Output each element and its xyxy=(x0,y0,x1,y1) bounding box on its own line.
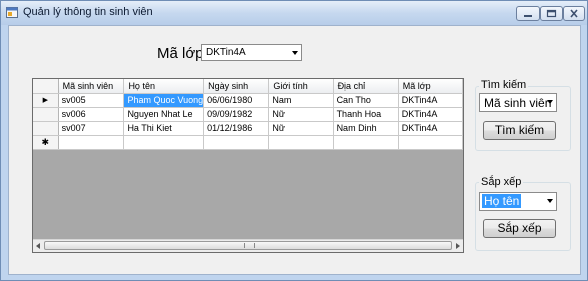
scroll-right-icon[interactable] xyxy=(456,243,460,249)
table-cell[interactable]: Nguyen Nhat Le xyxy=(123,107,205,122)
current-row-indicator[interactable]: ▶ xyxy=(33,93,59,108)
class-code-label: Mã lớp xyxy=(157,45,204,62)
scroll-left-icon[interactable] xyxy=(36,243,40,249)
table-cell-selected[interactable]: Pham Quoc Vuong xyxy=(123,93,205,108)
row-header[interactable] xyxy=(33,121,59,136)
app-icon xyxy=(6,7,18,18)
table-cell[interactable]: Nam Dinh xyxy=(333,121,399,136)
close-button[interactable] xyxy=(563,6,585,21)
sort-button[interactable]: Sắp xếp xyxy=(483,219,556,238)
column-header-birthdate[interactable]: Ngày sinh xyxy=(203,79,270,94)
table-cell[interactable] xyxy=(123,135,205,150)
window-title: Quản lý thông tin sinh viên xyxy=(23,6,153,18)
minimize-button[interactable] xyxy=(516,6,540,21)
table-cell[interactable]: DKTin4A xyxy=(398,107,463,122)
new-row[interactable]: ✱ xyxy=(33,135,463,150)
row-header[interactable] xyxy=(33,107,59,122)
sort-group-title: Sắp xếp xyxy=(479,176,524,188)
table-cell[interactable]: DKTin4A xyxy=(398,121,463,136)
close-icon xyxy=(570,9,578,18)
table-cell[interactable]: 09/09/1982 xyxy=(203,107,270,122)
table-cell[interactable]: Nữ xyxy=(268,121,334,136)
table-cell[interactable]: sv006 xyxy=(58,107,125,122)
table-cell[interactable]: Can Tho xyxy=(333,93,399,108)
search-field-value: Mã sinh viên xyxy=(484,96,552,110)
column-header-class[interactable]: Mã lớp xyxy=(398,79,463,94)
student-grid[interactable]: Mã sinh viên Họ tên Ngày sinh Giới tính … xyxy=(32,78,464,253)
table-cell[interactable]: Nam xyxy=(268,93,334,108)
sort-field-dropdown[interactable]: Họ tên xyxy=(479,192,557,211)
search-field-dropdown[interactable]: Mã sinh viên xyxy=(479,93,557,112)
search-button[interactable]: Tìm kiếm xyxy=(483,121,556,140)
grid-header-row: Mã sinh viên Họ tên Ngày sinh Giới tính … xyxy=(33,79,463,94)
table-cell[interactable]: Ha Thi Kiet xyxy=(123,121,205,136)
table-cell[interactable]: sv007 xyxy=(58,121,125,136)
sort-field-value: Họ tên xyxy=(482,194,522,208)
main-window: Quản lý thông tin sinh viên Mã lớp DKTin… xyxy=(0,0,588,281)
table-cell[interactable]: 06/06/1980 xyxy=(203,93,270,108)
table-row[interactable]: sv006 Nguyen Nhat Le 09/09/1982 Nữ Thanh… xyxy=(33,107,463,122)
table-cell[interactable]: Thanh Hoa xyxy=(333,107,399,122)
class-code-value: DKTin4A xyxy=(206,47,246,58)
column-header-gender[interactable]: Giới tính xyxy=(268,79,334,94)
class-code-dropdown[interactable]: DKTin4A xyxy=(201,44,302,61)
maximize-button[interactable] xyxy=(540,6,563,21)
minimize-icon xyxy=(524,15,532,17)
table-cell[interactable] xyxy=(203,135,270,150)
new-row-indicator[interactable]: ✱ xyxy=(33,135,59,150)
grip-icon xyxy=(244,243,255,248)
search-group-title: Tìm kiếm xyxy=(479,79,529,91)
chevron-down-icon xyxy=(292,51,298,55)
table-cell[interactable] xyxy=(398,135,463,150)
title-bar[interactable]: Quản lý thông tin sinh viên xyxy=(1,1,587,25)
table-cell[interactable]: sv005 xyxy=(58,93,125,108)
horizontal-scrollbar[interactable] xyxy=(33,239,463,252)
table-cell[interactable] xyxy=(333,135,399,150)
scrollbar-thumb[interactable] xyxy=(44,241,452,250)
table-cell[interactable] xyxy=(58,135,125,150)
chevron-down-icon xyxy=(547,100,553,104)
table-cell[interactable]: Nữ xyxy=(268,107,334,122)
table-cell[interactable] xyxy=(268,135,334,150)
table-row[interactable]: sv007 Ha Thi Kiet 01/12/1986 Nữ Nam Dinh… xyxy=(33,121,463,136)
grid-corner xyxy=(33,79,59,94)
column-header-name[interactable]: Họ tên xyxy=(123,79,205,94)
table-row[interactable]: ▶ sv005 Pham Quoc Vuong 06/06/1980 Nam C… xyxy=(33,93,463,108)
column-header-student-id[interactable]: Mã sinh viên xyxy=(58,79,125,94)
maximize-icon xyxy=(546,9,557,18)
table-cell[interactable]: DKTin4A xyxy=(398,93,463,108)
chevron-down-icon xyxy=(547,199,553,203)
column-header-address[interactable]: Địa chỉ xyxy=(333,79,399,94)
table-cell[interactable]: 01/12/1986 xyxy=(203,121,270,136)
